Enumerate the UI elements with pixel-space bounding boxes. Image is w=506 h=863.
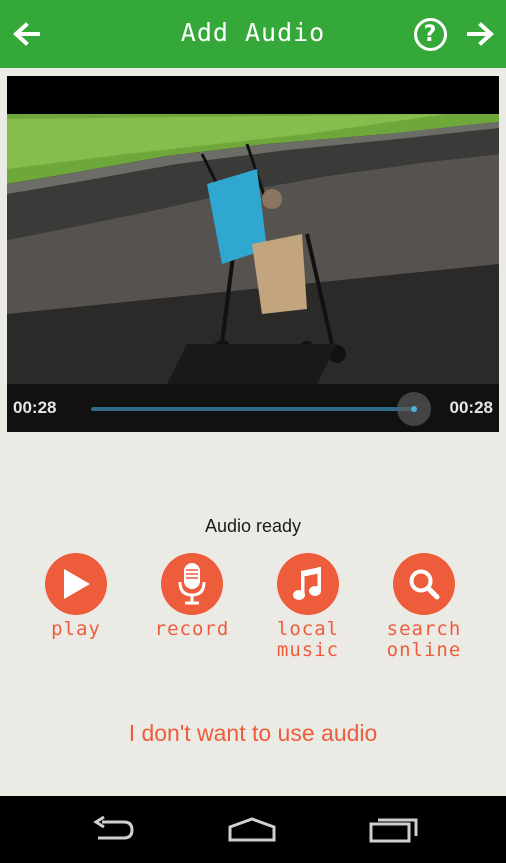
system-nav-bar	[0, 796, 506, 863]
seek-bar[interactable]	[91, 407, 413, 411]
search-online-button[interactable]: search online	[376, 553, 472, 661]
play-label: play	[51, 618, 101, 640]
current-time: 00:28	[13, 398, 57, 417]
nav-back-icon	[93, 816, 134, 840]
nav-recent-apps-button[interactable]	[364, 810, 424, 850]
help-button[interactable]: ?	[412, 16, 448, 52]
play-button[interactable]: play	[28, 553, 124, 640]
search-online-label: search online	[386, 618, 462, 661]
play-icon	[64, 569, 90, 599]
record-button[interactable]: record	[144, 553, 240, 640]
video-player[interactable]: 00:28 00:28	[7, 76, 499, 432]
microphone-icon	[178, 563, 206, 605]
video-controls: 00:28 00:28	[7, 384, 499, 432]
nav-home-button[interactable]	[222, 810, 282, 850]
app-header: Add Audio ?	[0, 0, 506, 68]
video-frame	[7, 114, 499, 384]
local-music-button[interactable]: local music	[260, 553, 356, 661]
skip-audio-link[interactable]: I don't want to use audio	[0, 720, 506, 747]
seek-thumb-dot	[411, 406, 417, 412]
arrow-right-icon	[467, 22, 494, 46]
search-icon	[409, 569, 440, 600]
help-icon: ?	[413, 17, 447, 51]
total-time: 00:28	[449, 398, 493, 417]
nav-back-button[interactable]	[82, 810, 142, 850]
music-note-icon	[293, 567, 321, 600]
local-music-label: local music	[276, 618, 340, 661]
next-button[interactable]	[463, 16, 499, 52]
audio-status: Audio ready	[204, 516, 302, 536]
record-label: record	[154, 618, 230, 640]
nav-recent-apps-icon	[369, 818, 418, 843]
nav-home-icon	[228, 817, 276, 842]
